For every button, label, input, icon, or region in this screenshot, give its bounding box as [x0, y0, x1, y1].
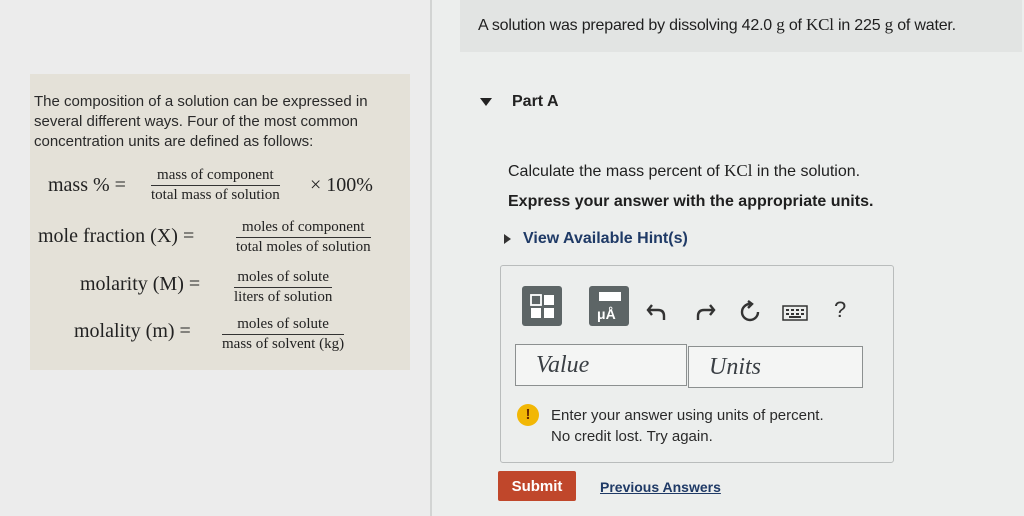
- formula-suffix: × 100%: [310, 174, 373, 196]
- part-title: Part A: [512, 93, 559, 110]
- value-input[interactable]: [515, 344, 687, 386]
- formula-denominator: total mass of solution: [151, 187, 280, 203]
- problem-unit-grams: g: [776, 15, 785, 34]
- info-intro: The composition of a solution can be exp…: [34, 93, 368, 150]
- units-input[interactable]: [688, 346, 863, 388]
- view-hints-link[interactable]: View Available Hint(s): [504, 230, 688, 248]
- part-a-header[interactable]: Part A: [480, 93, 559, 111]
- formula-lhs: mole fraction (X) =: [38, 225, 195, 247]
- formula-lhs: mass % =: [48, 174, 126, 196]
- units-button-label: μÅ: [597, 306, 616, 322]
- submit-button[interactable]: Submit: [498, 471, 576, 501]
- problem-statement: A solution was prepared by dissolving 42…: [478, 15, 956, 35]
- reset-icon[interactable]: [738, 300, 762, 324]
- templates-icon: [530, 294, 554, 318]
- question-text-before: Calculate the mass percent of: [508, 163, 725, 180]
- formula-denominator: liters of solution: [234, 289, 333, 305]
- warning-icon: !: [517, 404, 539, 426]
- formula-numerator: mass of component: [151, 167, 280, 186]
- previous-answers-link[interactable]: Previous Answers: [600, 479, 721, 495]
- keyboard-icon[interactable]: [782, 305, 808, 321]
- units-button[interactable]: μÅ: [589, 286, 629, 326]
- feedback-line-2: No credit lost. Try again.: [551, 428, 713, 445]
- feedback-line-1: Enter your answer using units of percent…: [551, 407, 824, 424]
- formula-numerator: moles of solute: [222, 316, 345, 335]
- problem-text-middle: in 225: [833, 17, 885, 34]
- templates-button[interactable]: [522, 286, 562, 326]
- problem-compound: KCl: [806, 15, 834, 34]
- question-compound: KCl: [724, 161, 753, 180]
- question-text-after: in the solution.: [752, 163, 861, 180]
- help-button[interactable]: ?: [834, 297, 846, 323]
- feedback-message: Enter your answer using units of percent…: [551, 405, 824, 447]
- formula-denominator: mass of solvent (kg): [222, 336, 345, 352]
- formula-fraction: mass of component total mass of solution: [151, 167, 280, 204]
- formula-lhs: molality (m) =: [74, 320, 191, 342]
- problem-text-of: of: [784, 17, 807, 34]
- hint-link-label: View Available Hint(s): [523, 230, 688, 247]
- problem-text-before: A solution was prepared by dissolving 42…: [478, 17, 777, 34]
- expand-triangle-icon: [504, 233, 511, 244]
- formula-fraction: moles of component total moles of soluti…: [236, 219, 371, 256]
- formula-numerator: moles of solute: [234, 269, 333, 288]
- formula-fraction: moles of solute mass of solvent (kg): [222, 316, 345, 353]
- question-text: Calculate the mass percent of KCl in the…: [508, 161, 860, 181]
- problem-unit-grams-water: g: [884, 15, 894, 34]
- formula-lhs: molarity (M) =: [80, 273, 201, 295]
- redo-icon[interactable]: [694, 300, 716, 322]
- answer-instruction: Express your answer with the appropriate…: [508, 193, 874, 210]
- problem-text-after: of water.: [892, 17, 956, 34]
- formula-fraction: moles of solute liters of solution: [234, 269, 333, 306]
- formula-denominator: total moles of solution: [236, 239, 371, 255]
- collapse-triangle-icon[interactable]: [480, 97, 492, 106]
- formula-numerator: moles of component: [236, 219, 371, 238]
- undo-icon[interactable]: [646, 300, 668, 322]
